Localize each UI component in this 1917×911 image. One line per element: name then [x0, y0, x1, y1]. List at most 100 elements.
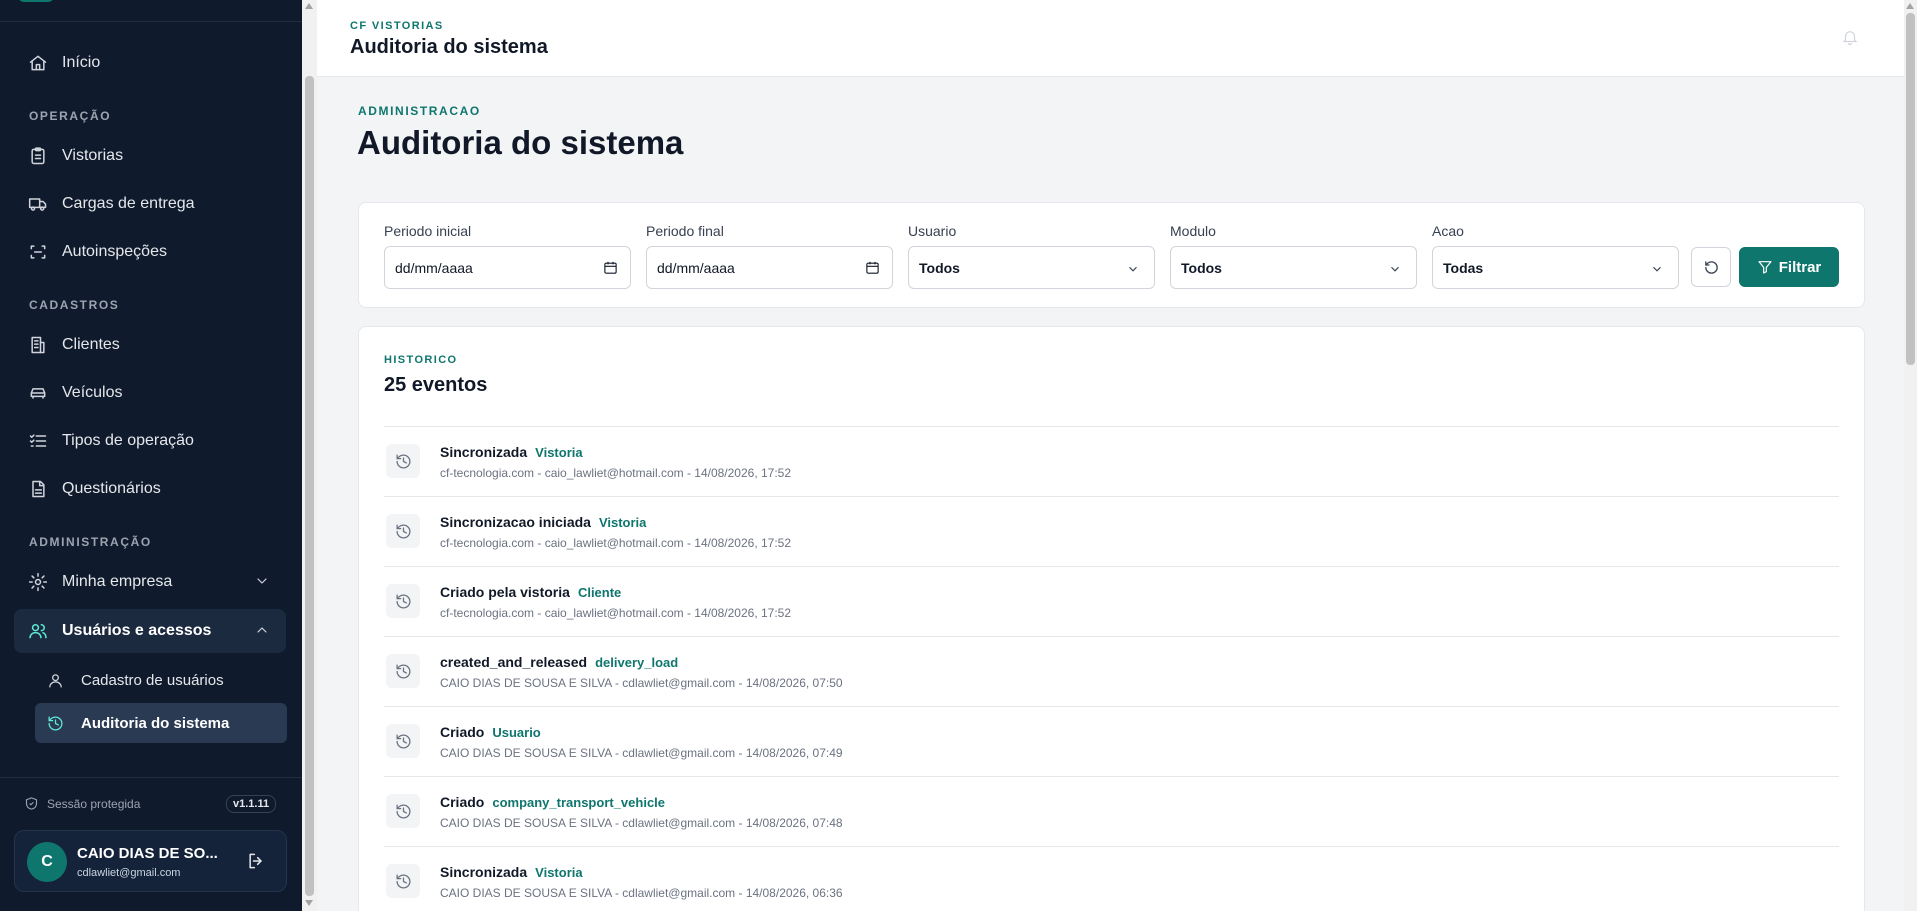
sidebar-item-label: Clientes [62, 336, 120, 353]
calendar-icon[interactable] [603, 260, 618, 278]
scan-icon [28, 242, 48, 262]
car-icon [28, 383, 48, 403]
event-module: Cliente [577, 585, 622, 600]
start-date-placeholder: dd/mm/aaaa [395, 259, 473, 276]
chevron-down-icon [1650, 262, 1664, 279]
history-icon [386, 864, 420, 898]
user-name: CAIO DIAS DE SO... [77, 845, 218, 862]
truck-icon [28, 194, 48, 214]
scroll-down-arrow[interactable] [305, 900, 313, 906]
scroll-up-arrow[interactable] [1906, 3, 1914, 9]
module-filter-label: Modulo [1170, 223, 1216, 239]
action-select[interactable]: Todas [1432, 246, 1679, 289]
start-date-input[interactable]: dd/mm/aaaa [384, 246, 631, 289]
section-label-cadastros: CADASTROS [29, 298, 120, 312]
chevron-down-icon [1126, 262, 1140, 279]
event-meta: CAIO DIAS DE SOUSA E SILVA - cdlawliet@g… [440, 746, 843, 760]
list-item: created_and_released delivery_load CAIO D… [384, 636, 1839, 706]
gear-icon [28, 572, 48, 592]
avatar: C [27, 842, 67, 882]
action-filter-label: Acao [1432, 223, 1464, 239]
sidebar-item-label: Questionários [62, 480, 161, 497]
end-date-placeholder: dd/mm/aaaa [657, 259, 735, 276]
event-meta: CAIO DIAS DE SOUSA E SILVA - cdlawliet@g… [440, 816, 843, 830]
event-module: Usuario [492, 725, 541, 740]
event-module: Vistoria [535, 445, 583, 460]
sidebar-item-label: Veículos [62, 384, 123, 401]
sidebar-divider [0, 777, 302, 778]
sidebar-item-label: Início [62, 54, 101, 71]
sidebar-scrollbar[interactable] [302, 0, 317, 911]
document-icon [28, 479, 48, 499]
sidebar-item-label: Cargas de entrega [62, 195, 195, 212]
page-kicker: ADMINISTRACAO [358, 104, 481, 118]
header-title: Auditoria do sistema [350, 36, 548, 58]
users-icon [28, 621, 48, 641]
history-icon [386, 444, 420, 478]
event-module: Vistoria [535, 865, 583, 880]
sidebar-item-vistorias[interactable]: Vistorias [14, 134, 286, 178]
sidebar-item-minha-empresa[interactable]: Minha empresa [14, 560, 286, 604]
home-icon [28, 53, 48, 73]
scroll-up-arrow[interactable] [305, 3, 313, 9]
event-action: Criado [440, 724, 485, 740]
list-item: Criado company_transport_vehicle CAIO DIA… [384, 776, 1839, 846]
sidebar-subitem-cadastro-usuarios[interactable]: Cadastro de usuários [35, 660, 287, 700]
start-date-label: Periodo inicial [384, 223, 472, 239]
app-name: CF VISTORIAS [350, 20, 444, 32]
end-date-label: Periodo final [646, 223, 724, 239]
filter-icon [1758, 261, 1772, 274]
filter-button[interactable]: Filtrar [1739, 247, 1839, 287]
list-item: Sincronizada Vistoria CAIO DIAS DE SOUSA … [384, 846, 1839, 911]
sidebar-item-autoinspecoes[interactable]: Autoinspeções [14, 230, 286, 274]
user-select[interactable]: Todos [908, 246, 1155, 289]
shield-check-icon [25, 797, 38, 810]
event-meta: CAIO DIAS DE SOUSA E SILVA - cdlawliet@g… [440, 886, 843, 900]
sidebar-item-clientes[interactable]: Clientes [14, 323, 286, 367]
history-icon [386, 654, 420, 688]
module-select-value: Todos [1181, 259, 1222, 276]
module-select[interactable]: Todos [1170, 246, 1417, 289]
scrollbar-thumb[interactable] [1906, 13, 1915, 365]
sidebar-item-label: Tipos de operação [62, 432, 194, 449]
history-icon [47, 714, 65, 732]
list-check-icon [28, 431, 48, 451]
filters-card: Periodo inicial dd/mm/aaaa Periodo final… [358, 202, 1865, 308]
section-label-operacao: OPERAÇÃO [29, 109, 112, 123]
user-email: cdlawliet@gmail.com [77, 867, 181, 879]
list-item: Criado pela vistoria Cliente cf-tecnologi… [384, 566, 1839, 636]
sidebar-item-veiculos[interactable]: Veículos [14, 371, 286, 415]
session-status: Sessão protegida [24, 796, 140, 811]
sidebar-item-questionarios[interactable]: Questionários [14, 467, 286, 511]
clipboard-icon [28, 146, 48, 166]
chevron-down-icon [254, 573, 270, 594]
main-scrollbar[interactable] [1904, 0, 1917, 911]
sidebar-item-cargas[interactable]: Cargas de entrega [14, 182, 286, 226]
history-icon [386, 514, 420, 548]
refresh-icon [1704, 260, 1718, 274]
sidebar-item-tipos-operacao[interactable]: Tipos de operação [14, 419, 286, 463]
event-module: company_transport_vehicle [492, 795, 666, 810]
list-item: Criado Usuario CAIO DIAS DE SOUSA E SILVA… [384, 706, 1839, 776]
event-action: created_and_released [440, 654, 588, 670]
reset-filters-button[interactable] [1691, 247, 1731, 287]
bell-icon[interactable] [1841, 28, 1861, 48]
sidebar-item-inicio[interactable]: Início [14, 41, 286, 85]
history-count: 25 eventos [384, 374, 488, 396]
list-item: Sincronizada Vistoria cf-tecnologia.com -… [384, 426, 1839, 496]
history-icon [386, 584, 420, 618]
event-action: Sincronizada [440, 444, 528, 460]
calendar-icon[interactable] [865, 260, 880, 278]
event-meta: cf-tecnologia.com - caio_lawliet@hotmail… [440, 606, 792, 620]
sidebar: Início OPERAÇÃO Vistorias Cargas de entr… [0, 0, 302, 911]
sidebar-subitem-label: Auditoria do sistema [81, 714, 230, 732]
scrollbar-thumb[interactable] [305, 76, 314, 896]
history-icon [386, 724, 420, 758]
sidebar-item-usuarios-acessos[interactable]: Usuários e acessos [14, 609, 286, 653]
event-module: delivery_load [595, 655, 679, 670]
sidebar-subitem-auditoria[interactable]: Auditoria do sistema [35, 703, 287, 743]
end-date-input[interactable]: dd/mm/aaaa [646, 246, 893, 289]
page-title: Auditoria do sistema [357, 124, 684, 161]
logout-icon[interactable] [246, 851, 268, 873]
sidebar-top [0, 0, 302, 22]
